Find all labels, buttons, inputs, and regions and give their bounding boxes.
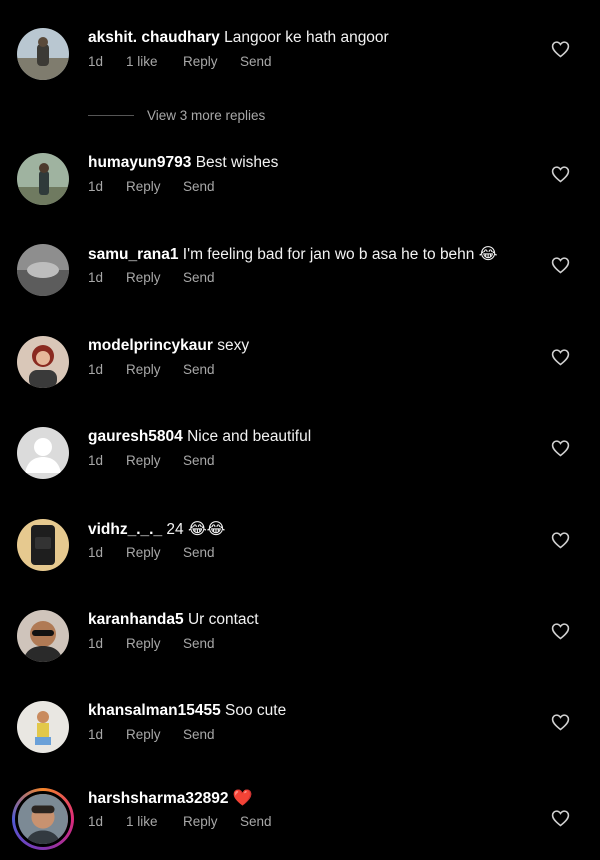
comment-username[interactable]: harshsharma32892: [88, 790, 228, 807]
red-heart-emoji: ❤️: [232, 788, 253, 807]
comment-text: 24: [166, 521, 184, 538]
avatar[interactable]: [17, 336, 69, 388]
comment-username[interactable]: gauresh5804: [88, 428, 183, 445]
comment-item: khansalman15455 Soo cute 1d Reply Send: [0, 701, 600, 781]
avatar[interactable]: [17, 701, 69, 753]
reply-button[interactable]: Reply: [126, 179, 183, 194]
replies-divider: [88, 114, 134, 116]
comment-text: I'm feeling bad for jan wo b asa he to b…: [182, 246, 475, 263]
comment-item: humayun9793 Best wishes 1d Reply Send: [0, 153, 600, 233]
heart-outline-icon[interactable]: [551, 622, 570, 640]
reply-button[interactable]: Reply: [126, 270, 183, 285]
comment-time: 1d: [88, 814, 104, 829]
comment-username[interactable]: vidhz_._._: [88, 521, 162, 538]
reply-button[interactable]: Reply: [126, 545, 183, 560]
reply-button[interactable]: Reply: [126, 453, 183, 468]
avatar[interactable]: [17, 153, 69, 205]
comment-time: 1d: [88, 545, 104, 560]
comment-time: 1d: [88, 453, 104, 468]
comment-likes-count[interactable]: 1 like: [126, 814, 183, 829]
view-more-replies[interactable]: View 3 more replies: [88, 105, 265, 125]
comment-item: modelprincykaur sexy 1d Reply Send: [0, 336, 600, 416]
send-button[interactable]: Send: [240, 54, 272, 69]
comment-text: sexy: [217, 337, 250, 354]
comment-likes-count[interactable]: 1 like: [126, 54, 183, 69]
comment-item: karanhanda5 Ur contact 1d Reply Send: [0, 610, 600, 690]
comment-username[interactable]: samu_rana1: [88, 246, 178, 263]
avatar-story-ring[interactable]: [12, 788, 74, 850]
comment-username[interactable]: modelprincykaur: [88, 337, 213, 354]
heart-outline-icon[interactable]: [551, 165, 570, 183]
comment-time: 1d: [88, 270, 104, 285]
comment-username[interactable]: karanhanda5: [88, 611, 184, 628]
comment-item: akshit. chaudhary Langoor ke hath angoor…: [0, 28, 600, 108]
heart-outline-icon[interactable]: [551, 809, 570, 827]
heart-outline-icon[interactable]: [551, 713, 570, 731]
laughing-emoji: 😂😂: [187, 519, 226, 538]
comment-item: gauresh5804 Nice and beautiful 1d Reply Se…: [0, 427, 600, 507]
reply-button[interactable]: Reply: [126, 727, 183, 742]
send-button[interactable]: Send: [183, 636, 215, 651]
avatar[interactable]: [17, 28, 69, 80]
avatar[interactable]: [17, 244, 69, 296]
reply-button[interactable]: Reply: [126, 362, 183, 377]
comment-time: 1d: [88, 636, 104, 651]
comment-time: 1d: [88, 54, 104, 69]
avatar[interactable]: [17, 610, 69, 662]
comment-item: vidhz_._._ 24 😂😂 1d Reply Send: [0, 519, 600, 599]
send-button[interactable]: Send: [183, 545, 215, 560]
reply-button[interactable]: Reply: [126, 636, 183, 651]
comment-text: Nice and beautiful: [187, 428, 312, 445]
comment-text: Ur contact: [187, 611, 259, 628]
laughing-emoji: 😂: [478, 244, 498, 263]
comment-time: 1d: [88, 727, 104, 742]
avatar[interactable]: [17, 519, 69, 571]
reply-button[interactable]: Reply: [183, 54, 240, 69]
heart-outline-icon[interactable]: [551, 40, 570, 58]
send-button[interactable]: Send: [240, 814, 272, 829]
avatar[interactable]: [17, 427, 69, 479]
heart-outline-icon[interactable]: [551, 256, 570, 274]
heart-outline-icon[interactable]: [551, 348, 570, 366]
heart-outline-icon[interactable]: [551, 531, 570, 549]
comment-item: harshsharma32892 ❤️ 1d 1 like Reply Send: [0, 788, 600, 860]
comment-item: samu_rana1 I'm feeling bad for jan wo b …: [0, 244, 600, 324]
comment-username[interactable]: humayun9793: [88, 154, 191, 171]
comment-text: Langoor ke hath angoor: [224, 29, 389, 46]
avatar[interactable]: [15, 791, 71, 847]
send-button[interactable]: Send: [183, 727, 215, 742]
heart-outline-icon[interactable]: [551, 439, 570, 457]
comment-text: Soo cute: [225, 702, 287, 719]
comment-username[interactable]: akshit. chaudhary: [88, 29, 220, 46]
send-button[interactable]: Send: [183, 179, 215, 194]
reply-button[interactable]: Reply: [183, 814, 240, 829]
send-button[interactable]: Send: [183, 362, 215, 377]
comment-text: Best wishes: [195, 154, 279, 171]
comment-time: 1d: [88, 362, 104, 377]
send-button[interactable]: Send: [183, 270, 215, 285]
send-button[interactable]: Send: [183, 453, 215, 468]
view-more-replies-label[interactable]: View 3 more replies: [147, 108, 265, 123]
comment-time: 1d: [88, 179, 104, 194]
comment-username[interactable]: khansalman15455: [88, 702, 221, 719]
